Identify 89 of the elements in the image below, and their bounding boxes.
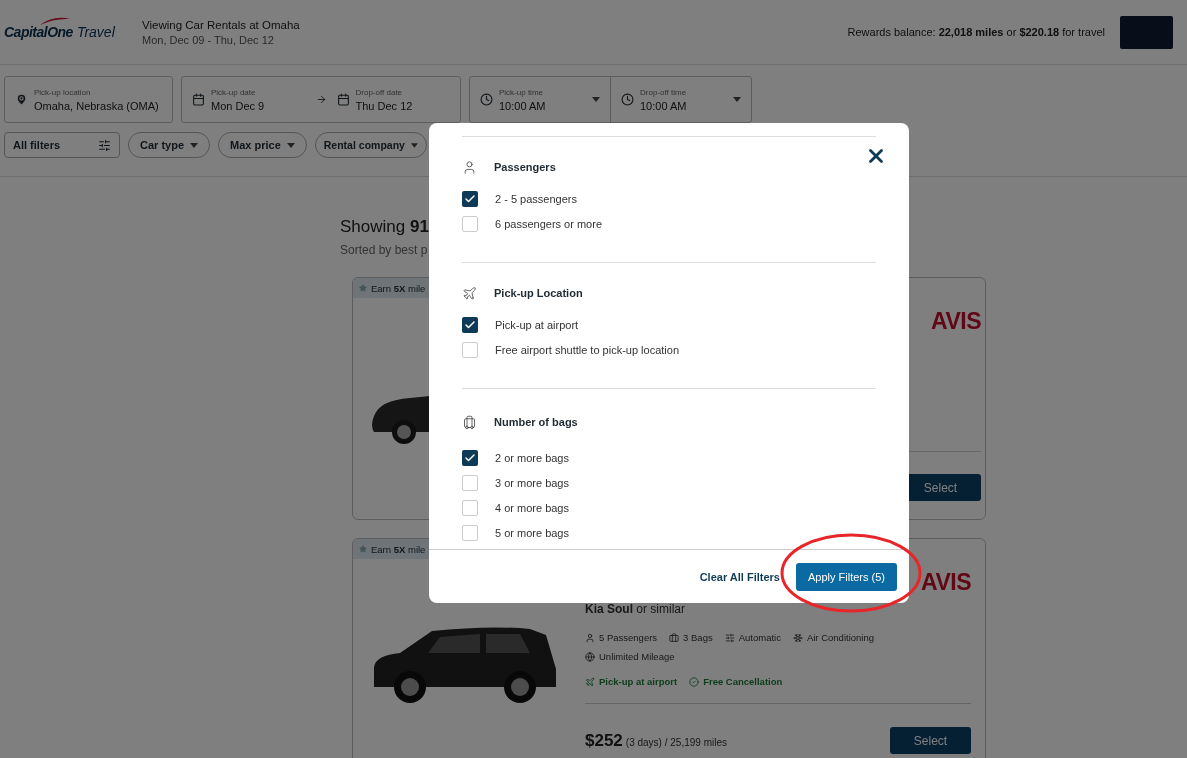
car-name: Kia Soul or similar	[585, 602, 687, 616]
checkbox[interactable]	[462, 190, 478, 207]
car-feature: Air Conditioning	[792, 632, 874, 643]
option-label: 2 or more bags	[495, 451, 569, 464]
rewards-balance: Rewards balance: 22,018 miles or $220.18 for travel	[847, 26, 1105, 38]
check-icon	[464, 451, 476, 464]
swoosh-icon	[40, 17, 70, 25]
caret-icon	[410, 142, 418, 148]
arrow-right-icon	[315, 94, 327, 105]
plane-icon	[462, 285, 477, 301]
results-count: Showing 91	[340, 217, 429, 237]
section-title: Passengers	[494, 161, 556, 173]
plane-icon	[585, 676, 595, 687]
section-title: Number of bags	[494, 416, 578, 428]
option-label: 5 or more bags	[495, 526, 569, 539]
section-title: Pick-up Location	[494, 287, 583, 299]
option-label: 6 passengers or more	[495, 217, 602, 230]
option-label: Pick-up at airport	[495, 318, 579, 331]
badge-text: Earn 5X mile	[371, 282, 426, 294]
checkbox[interactable]	[462, 215, 478, 232]
page-title: Viewing Car Rentals at Omaha	[142, 18, 300, 31]
field-label: Pick-up location	[34, 87, 92, 97]
select-button[interactable]: Select	[890, 727, 971, 754]
clock-icon	[480, 93, 493, 106]
luggage-icon	[669, 632, 680, 643]
car-feature: Unlimited Mileage	[585, 651, 675, 662]
car-perk: Free Cancellation	[689, 676, 783, 687]
sort-label: Sorted by best p	[340, 243, 429, 257]
option-label: 3 or more bags	[495, 476, 569, 489]
time-dropdown[interactable]: Drop-off time 10:00 AM	[610, 77, 751, 122]
time-dropdown[interactable]: Pick-up time 10:00 AM	[470, 77, 610, 122]
filter-dropdown[interactable]: Rental company	[314, 132, 427, 158]
caret-icon	[286, 142, 295, 148]
checkbox[interactable]	[462, 316, 478, 333]
product-name: Travel	[76, 24, 115, 40]
credit-card-image	[1120, 15, 1173, 49]
star-icon	[359, 545, 367, 553]
calendar-icon	[336, 93, 350, 106]
vendor-logo: AVIS	[921, 569, 971, 596]
check-circle-icon	[689, 676, 700, 687]
checkbox[interactable]	[462, 341, 478, 358]
all-filters-button[interactable]: All filters	[4, 132, 120, 158]
filter-dropdown[interactable]: Car type	[128, 132, 211, 158]
field-label: Drop-off date	[355, 87, 404, 97]
field-value: Mon Dec 9	[211, 99, 266, 112]
brand-logo: CapitalOne	[4, 24, 73, 40]
filter-dropdown[interactable]: Max price	[218, 132, 307, 158]
checkbox[interactable]	[462, 449, 478, 466]
field-label: Pick-up time	[499, 87, 544, 97]
apply-filters-button[interactable]: Apply Filters (5)	[795, 562, 897, 591]
check-icon	[464, 192, 476, 205]
field-value: Thu Dec 12	[355, 99, 414, 112]
checkbox[interactable]	[462, 499, 478, 516]
option-label: 4 or more bags	[495, 501, 569, 514]
checkbox[interactable]	[462, 524, 478, 541]
car-feature: Automatic	[724, 632, 781, 643]
option-label: Free airport shuttle to pick-up location	[495, 343, 680, 356]
calendar-icon	[192, 93, 205, 106]
clock-icon	[621, 93, 634, 106]
person-icon	[585, 632, 595, 643]
field-label: Pick-up date	[211, 87, 257, 97]
sliders-icon	[724, 632, 735, 643]
option-label: 2 - 5 passengers	[495, 192, 577, 205]
clear-filters-link[interactable]: Clear All Filters	[699, 570, 780, 583]
star-icon	[359, 284, 367, 292]
pin-icon	[15, 93, 28, 106]
badge-text: Earn 5X mile	[371, 543, 426, 555]
caret-icon	[733, 97, 741, 102]
trip-dates: Mon, Dec 09 - Thu, Dec 12	[142, 33, 275, 46]
vendor-logo: AVIS	[931, 308, 981, 335]
car-perk: Pick-up at airport	[585, 676, 678, 687]
car-feature: 3 Bags	[669, 632, 713, 643]
snowflake-icon	[792, 632, 803, 643]
field-value: 10:00 AM	[499, 99, 547, 112]
field-value: 10:00 AM	[640, 99, 688, 112]
field-label: Drop-off time	[640, 87, 688, 97]
date-range-field[interactable]: Pick-up date Mon Dec 9 Drop-off date Thu Dec 12	[181, 76, 461, 123]
caret-icon	[592, 97, 600, 102]
globe-icon	[585, 651, 595, 662]
sliders-icon	[98, 138, 111, 152]
field-value: Omaha, Nebraska (OMA)	[34, 99, 160, 112]
person-icon	[462, 159, 477, 175]
price-text: $252 (3 days) / 25,199 miles	[585, 730, 727, 751]
location-field[interactable]: Pick-up location Omaha, Nebraska (OMA)	[4, 76, 173, 123]
check-icon	[464, 318, 476, 331]
caret-icon	[190, 142, 199, 148]
checkbox[interactable]	[462, 474, 478, 491]
car-feature: 5 Passengers	[585, 632, 658, 643]
luggage-icon	[462, 414, 477, 430]
